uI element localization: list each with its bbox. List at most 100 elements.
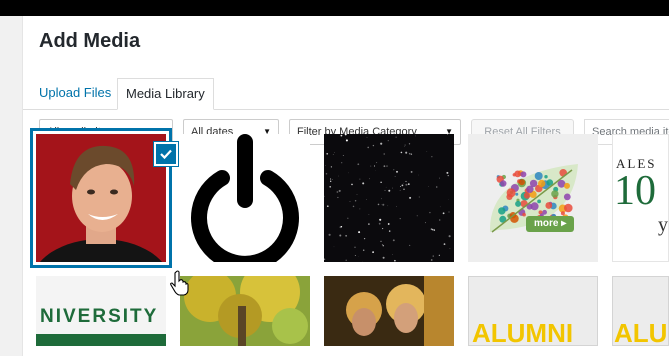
star-dot [345,138,347,140]
star-dot [392,254,393,255]
star-dot [329,185,332,188]
star-dot [345,259,347,261]
tab-media-library[interactable]: Media Library [117,78,214,110]
star-dot [370,165,372,167]
star-dot [333,246,335,248]
attachment-portrait-thumbnail[interactable] [36,134,166,262]
star-dot [387,223,390,225]
star-dot [409,196,412,199]
star-dot [356,194,358,195]
attachment-people-thumbnail[interactable] [324,276,454,346]
star-dot [380,142,383,145]
star-dot [439,219,441,221]
star-dot [382,256,385,259]
star-dot [381,244,384,246]
star-dot [428,186,429,187]
leaf-dot [522,212,526,217]
star-dot [330,166,333,168]
star-dot [354,200,357,202]
leaf-dot [564,203,573,213]
star-dot [369,178,370,180]
star-dot [326,205,329,208]
star-dot [388,230,391,232]
star-dot [387,205,389,207]
star-dot [399,217,401,220]
star-dot [380,240,382,242]
star-dot [330,180,332,182]
star-dot [448,211,450,213]
attachment-alumni-2-thumbnail[interactable]: ALUM [612,276,669,346]
star-dot [395,206,397,207]
star-dot [326,152,329,155]
star-dot [382,228,384,230]
star-dot [359,178,361,180]
star-dot [448,235,451,238]
star-dot [325,165,327,166]
star-dot [377,203,380,206]
star-dot [396,170,398,173]
star-dot [368,223,370,225]
star-dot [359,208,361,210]
star-dot [403,188,405,190]
modal-title: Add Media [39,30,141,52]
star-dot [347,217,349,219]
star-dot [392,187,394,189]
star-dot [405,180,407,182]
leaf-dot [523,192,531,199]
star-dot [357,163,360,166]
star-dot [382,203,385,206]
attachment-ales-thumbnail[interactable]: ALES 10 y [612,134,669,262]
leaf-dot [534,172,543,180]
star-dot [403,182,404,184]
background-overlay [0,16,22,356]
star-dot [430,259,433,261]
star-dot [337,196,339,199]
leaf-dot [520,171,527,178]
star-dot [386,165,388,167]
star-dot [380,181,382,183]
star-dot [374,165,375,167]
star-dot [342,154,344,156]
star-dot [358,231,361,234]
attachment-tree-thumbnail[interactable] [180,276,310,346]
star-dot [368,214,370,215]
star-dot [381,198,382,200]
star-dot [352,205,355,208]
leaf-dot [506,188,516,198]
leaf-dot [564,182,570,189]
university-text: NIVERSITY [40,306,159,327]
star-dot [354,254,356,256]
star-dot [372,251,374,253]
selected-checkmark-icon[interactable] [154,142,178,166]
star-dot [345,139,348,142]
star-dot [366,137,368,138]
star-dot [400,151,403,154]
attachment-leaf-graphic-thumbnail[interactable]: more ▸ [468,134,598,262]
star-dot [372,144,375,147]
star-dot [394,175,396,177]
attachment-university-thumbnail[interactable]: NIVERSITY [36,276,166,346]
star-dot [351,183,353,186]
attachment-alumni-thumbnail[interactable]: ALUMNI [468,276,598,346]
leaf-dot [518,179,525,186]
star-dot [395,136,397,138]
attachment-power-icon-thumbnail[interactable] [180,134,310,262]
star-dot [338,189,341,192]
leaf-dot [544,175,548,179]
alumni-text: ALUMNI [472,318,574,346]
star-dot [449,247,451,249]
star-dot [399,190,401,191]
star-dot [416,215,418,217]
star-dot [382,244,385,247]
star-dot [330,178,332,180]
star-dot [447,175,449,177]
star-dot [354,246,356,248]
star-dot [362,182,365,185]
star-dot [384,189,386,191]
star-dot [446,171,449,174]
star-dot [408,152,411,155]
star-dot [392,239,395,242]
attachment-starfield-thumbnail[interactable] [324,134,454,262]
star-dot [331,179,333,180]
star-dot [366,199,367,200]
